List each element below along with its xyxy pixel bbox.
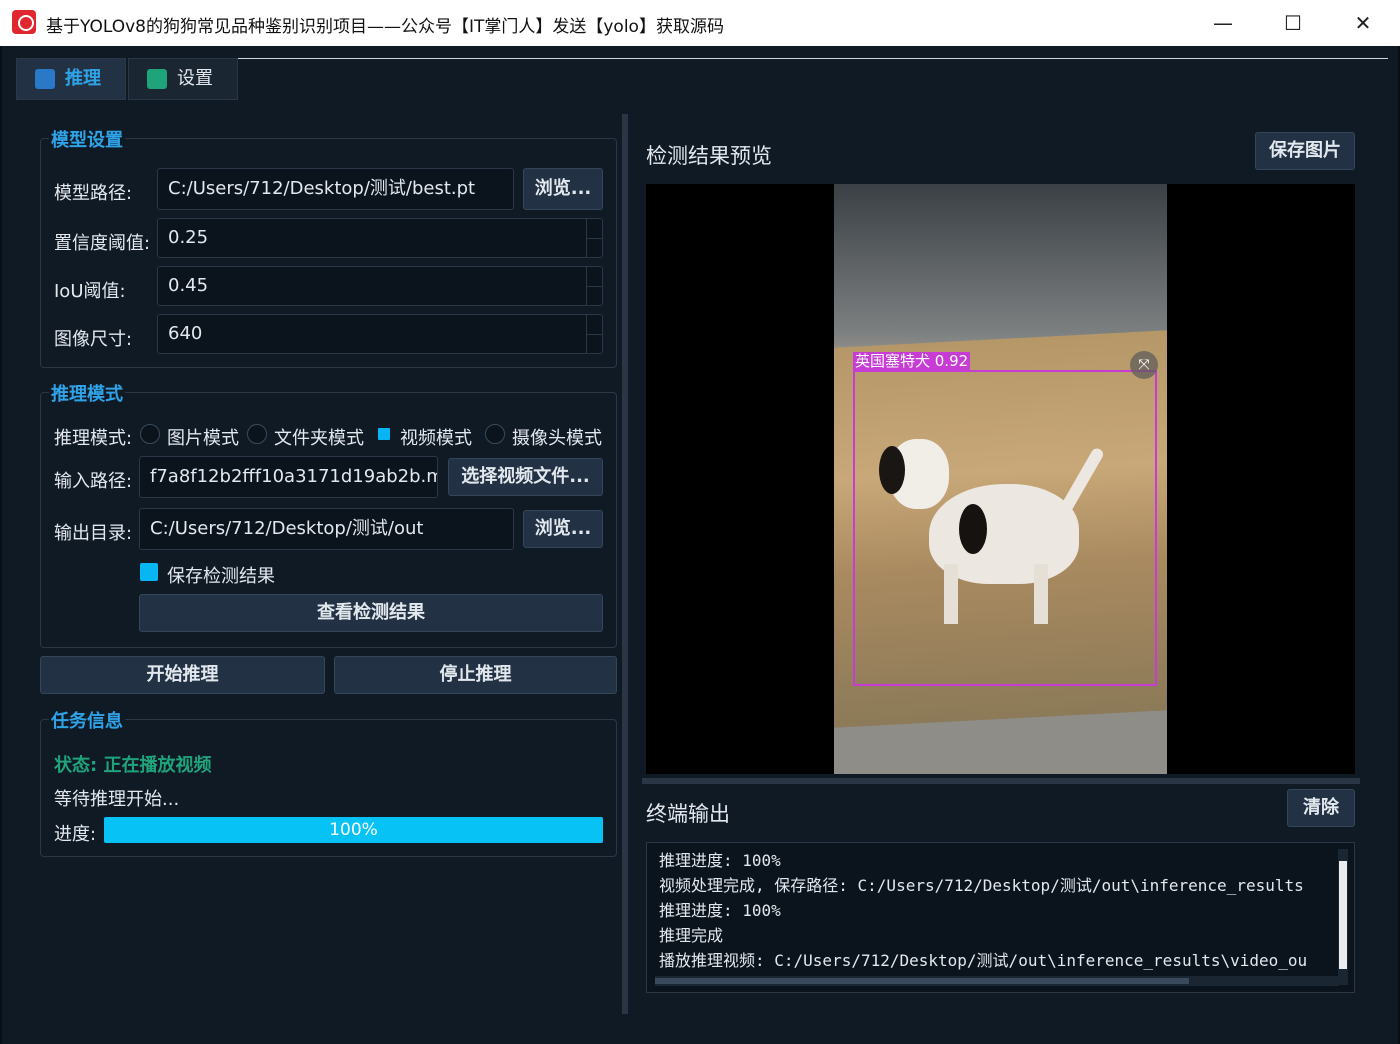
detection-preview: 英国塞特犬 0.92 ⤧ [646, 184, 1355, 774]
stop-inference-button[interactable]: 停止推理 [334, 656, 617, 694]
detection-box [853, 370, 1157, 686]
model-settings-title: 模型设置 [49, 126, 125, 152]
start-inference-button[interactable]: 开始推理 [40, 656, 325, 694]
folder-mode-radio[interactable] [247, 424, 267, 444]
main-window: 推理 设置 模型设置 模型路径: C:/Users/712/Desktop/测试… [0, 46, 1400, 1044]
window-title: 基于YOLOv8的狗狗常见品种鉴别识别项目——公众号【IT掌门人】发送【yolo… [46, 17, 724, 37]
image-mode-radio[interactable] [140, 424, 160, 444]
imgsz-value: 640 [168, 323, 203, 344]
model-browse-button[interactable]: 浏览... [523, 168, 603, 210]
conf-spinbox[interactable]: 0.25 [157, 218, 603, 258]
tab-settings[interactable]: 设置 [128, 58, 238, 100]
app-logo-icon [12, 10, 36, 34]
close-button[interactable]: ✕ [1340, 6, 1386, 40]
mode-label: 推理模式: [54, 428, 133, 449]
model-path-input[interactable]: C:/Users/712/Desktop/测试/best.pt [157, 168, 514, 210]
select-video-button[interactable]: 选择视频文件... [448, 458, 603, 496]
video-mode-label[interactable]: 视频模式 [400, 424, 472, 450]
progress-bar: 100% [104, 817, 603, 843]
output-browse-button[interactable]: 浏览... [523, 510, 603, 548]
input-path-label: 输入路径: [54, 471, 133, 492]
tab-label: 推理 [65, 68, 101, 89]
terminal-title: 终端输出 [646, 802, 730, 826]
inference-mode-title: 推理模式 [49, 380, 125, 406]
horizontal-scroll-thumb[interactable] [655, 978, 1189, 984]
vertical-scrollbar[interactable] [1338, 849, 1348, 985]
view-results-button[interactable]: 查看检测结果 [139, 594, 603, 632]
chart-icon [35, 69, 55, 89]
status-text: 状态: 正在播放视频 [54, 755, 212, 776]
imgsz-spinbox[interactable]: 640 [157, 314, 603, 354]
spin-arrows-icon[interactable] [586, 267, 602, 305]
conf-value: 0.25 [168, 227, 209, 248]
horizontal-splitter[interactable] [642, 778, 1360, 784]
title-bar: 基于YOLOv8的狗狗常见品种鉴别识别项目——公众号【IT掌门人】发送【yolo… [0, 0, 1400, 46]
vertical-scroll-thumb[interactable] [1339, 861, 1347, 969]
camera-mode-radio[interactable] [485, 424, 505, 444]
output-dir-label: 输出目录: [54, 523, 133, 544]
preview-title: 检测结果预览 [646, 144, 772, 168]
tab-inference[interactable]: 推理 [16, 58, 126, 100]
expand-icon[interactable]: ⤧ [1130, 351, 1158, 379]
terminal-line: 视频处理完成, 保存路径: C:/Users/712/Desktop/测试/ou… [659, 876, 1304, 895]
task-message: 等待推理开始... [54, 789, 180, 810]
maximize-button[interactable]: ☐ [1270, 6, 1316, 40]
output-dir-input[interactable]: C:/Users/712/Desktop/测试/out [139, 508, 514, 550]
imgsz-label: 图像尺寸: [54, 329, 133, 350]
spin-arrows-icon[interactable] [586, 219, 602, 257]
panel-splitter[interactable] [622, 114, 628, 1014]
model-path-label: 模型路径: [54, 183, 133, 204]
save-image-button[interactable]: 保存图片 [1255, 132, 1355, 170]
video-mode-radio[interactable] [378, 428, 390, 440]
iou-value: 0.45 [168, 275, 209, 296]
tab-label: 设置 [177, 68, 213, 89]
detection-label: 英国塞特犬 0.92 [853, 352, 971, 371]
progress-label: 进度: [54, 824, 97, 845]
horizontal-scrollbar[interactable] [655, 976, 1339, 986]
image-mode-label[interactable]: 图片模式 [167, 424, 239, 450]
iou-label: IoU阈值: [54, 281, 126, 302]
iou-spinbox[interactable]: 0.45 [157, 266, 603, 306]
terminal-line: 推理进度: 100% [659, 851, 781, 870]
tab-bar-line [238, 58, 1388, 59]
terminal-output[interactable]: 推理进度: 100% 视频处理完成, 保存路径: C:/Users/712/De… [646, 842, 1355, 993]
conf-label: 置信度阈值: [54, 233, 151, 254]
terminal-line: 推理完成 [659, 926, 724, 945]
input-path-input[interactable]: f7a8f12b2fff10a3171d19ab2b.mp4 [139, 456, 438, 498]
save-results-checkbox[interactable] [140, 563, 158, 581]
check-icon [147, 69, 167, 89]
minimize-button[interactable]: — [1200, 6, 1246, 40]
progress-text: 100% [329, 820, 378, 840]
terminal-line: 推理进度: 100% [659, 901, 781, 920]
clear-terminal-button[interactable]: 清除 [1287, 789, 1355, 827]
save-results-label[interactable]: 保存检测结果 [167, 562, 275, 588]
terminal-line: 播放推理视频: C:/Users/712/Desktop/测试/out\infe… [659, 951, 1308, 970]
folder-mode-label[interactable]: 文件夹模式 [274, 424, 364, 450]
camera-mode-label[interactable]: 摄像头模式 [512, 424, 602, 450]
task-info-title: 任务信息 [49, 707, 125, 733]
spin-arrows-icon[interactable] [586, 315, 602, 353]
